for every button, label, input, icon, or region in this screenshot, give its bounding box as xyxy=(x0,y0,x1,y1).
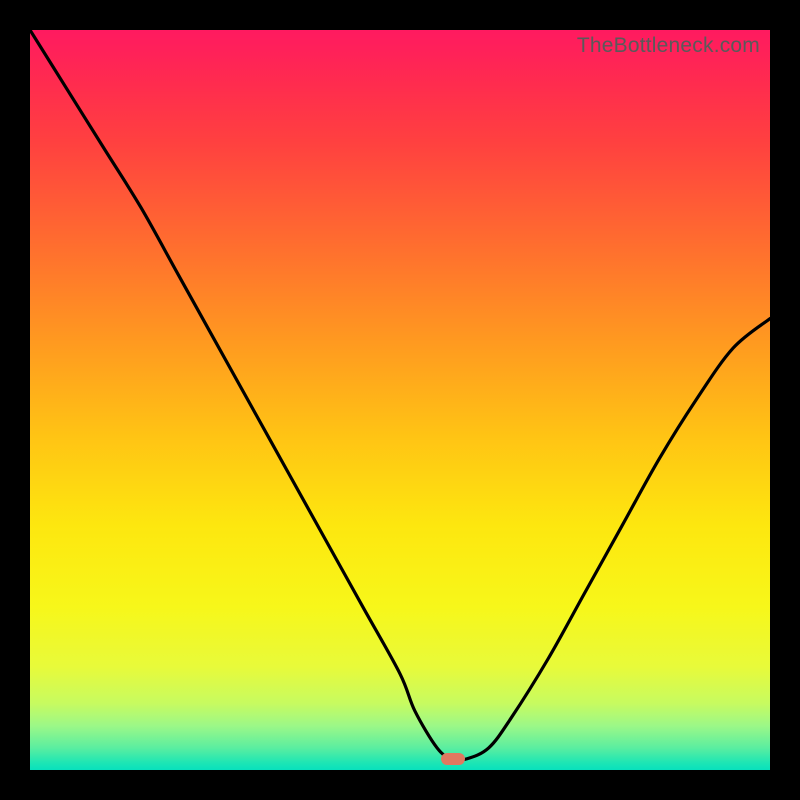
bottleneck-marker xyxy=(441,753,465,765)
watermark-text: TheBottleneck.com xyxy=(577,34,760,58)
plot-area: TheBottleneck.com xyxy=(30,30,770,770)
chart-frame: TheBottleneck.com xyxy=(0,0,800,800)
bottleneck-curve xyxy=(30,30,770,770)
